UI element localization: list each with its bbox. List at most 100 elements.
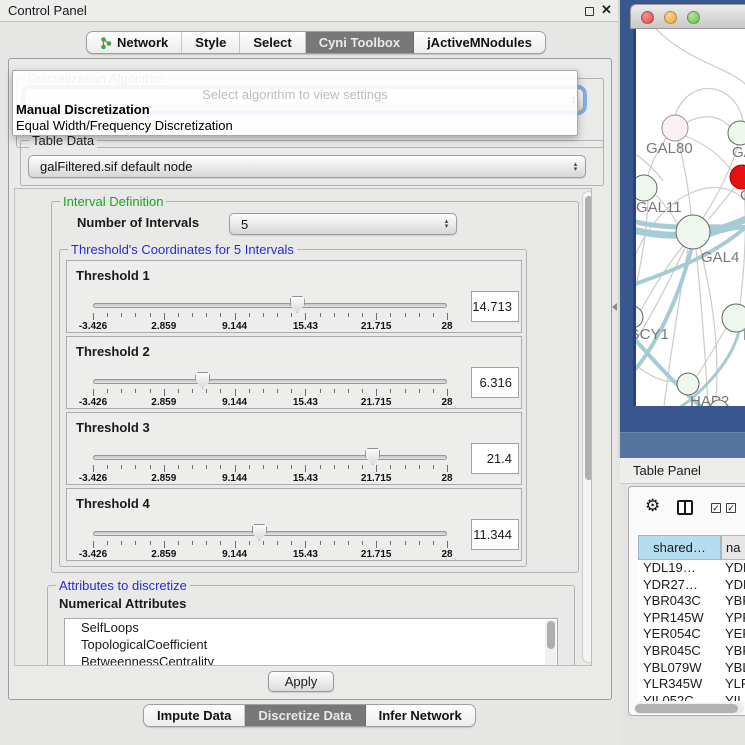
threshold-value-field[interactable]: 11.344 [471,519,519,550]
settings-scrollbar-thumb[interactable] [585,196,593,480]
network-node-ga[interactable] [728,121,745,145]
tab-impute-data[interactable]: Impute Data [144,705,245,726]
control-panel-tabbar: Network Style SelectCyni ToolboxjActiveMNo… [86,31,546,54]
table-header-shared-name[interactable]: shared… [638,535,721,560]
network-node-label: GCY1 [636,326,669,343]
checkbox-select-none-icon[interactable]: ✓ [726,503,736,513]
table-rows[interactable]: YDL19…YDL1YDR27…YDR2YBR043CYBR0YPR145WYP… [638,560,745,701]
thresholds-legend: Threshold's Coordinates for 5 Intervals [68,242,297,257]
gear-icon[interactable]: ⚙ [645,496,660,516]
table-row[interactable]: YBR043CYBR0 [638,593,745,610]
slider-tick [192,541,193,545]
threshold-value-field[interactable]: 21.4 [471,443,519,474]
attributes-scrollbar-thumb[interactable] [547,621,555,649]
network-node-gal11[interactable] [636,175,657,201]
tab-network[interactable]: Network [87,32,182,53]
slider-tick [178,541,179,545]
network-node-hap2[interactable] [677,373,699,395]
table-panel-header: Table Panel [620,458,745,484]
attribute-list-item[interactable]: BetweennessCentrality [65,653,557,666]
table-row[interactable]: YBR045CYBR0 [638,643,745,660]
slider-tick [419,465,420,469]
table-row[interactable]: YLR345WYLR3 [638,676,745,693]
slider-tick [277,541,278,545]
slider-scale-label: 21.715 [361,397,392,408]
table-row[interactable]: YER054CYER0 [638,626,745,643]
panel-divider[interactable] [618,0,620,458]
network-window-titlebar[interactable] [630,4,745,29]
tab-label: Style [195,35,226,50]
attribute-list-item[interactable]: TopologicalCoefficient [65,636,557,653]
table-cell-shared-name: YLR345W [638,676,717,693]
table-scrollbar-thumb[interactable] [635,704,738,713]
window-minimize-traffic-light-icon[interactable] [664,11,677,24]
table-row[interactable]: YDR27…YDR2 [638,577,745,594]
algorithm-option[interactable]: Manual Discretization [16,102,150,117]
stepper-arrows-icon: ▴▾ [440,219,456,229]
settings-vertical-scrollbar[interactable] [582,191,592,663]
tab-jactivemnodules[interactable]: jActiveMNodules [414,32,545,53]
slider-tick [121,313,122,317]
threshold-slider-track[interactable] [93,303,447,308]
threshold-slider-track[interactable] [93,379,447,384]
desktop-lower-band [620,432,745,458]
close-icon[interactable]: ✕ [601,2,612,18]
columns-icon[interactable] [677,500,693,515]
float-window-icon[interactable] [585,7,594,16]
threshold-slider-thumb[interactable] [290,296,305,313]
threshold-value-field[interactable]: 14.713 [471,291,519,322]
threshold-box: Threshold 3-3.4262.8599.14415.4321.71528… [66,412,522,485]
network-node-gal80[interactable] [662,115,688,141]
number-of-intervals-combobox[interactable]: 5 ▴▾ [229,213,457,235]
network-node-label: GA [732,144,745,161]
tab-cyni-toolbox[interactable]: Cyni Toolbox [306,32,414,53]
threshold-slider-thumb[interactable] [195,372,210,389]
threshold-value-field[interactable]: 6.316 [471,367,519,398]
numerical-attributes-list[interactable]: SelfLoopsTopologicalCoefficientBetweenne… [64,618,558,666]
slider-tick [376,465,377,472]
table-row[interactable]: YDL19…YDL1 [638,560,745,577]
tab-style[interactable]: Style [182,32,240,53]
table-row[interactable]: YIL052CYIL0 [638,693,745,701]
divider-collapse-arrow-icon[interactable] [612,303,617,311]
tab-discretize-data[interactable]: Discretize Data [245,705,365,726]
threshold-slider-thumb[interactable] [365,448,380,465]
algorithm-option[interactable]: Equal Width/Frequency Discretization [16,118,233,133]
network-node-h[interactable] [722,304,745,332]
attributes-group: Attributes to discretize Numerical Attri… [47,585,575,666]
table-header-name[interactable]: na [721,535,745,560]
threshold-slider-track[interactable] [93,455,447,460]
slider-scale-label: 15.43 [293,321,318,332]
network-node-c[interactable] [730,165,745,189]
slider-tick [164,465,165,472]
algorithm-popup-hint: Select algorithm to view settings [13,87,577,102]
slider-tick [93,389,94,396]
table-cell-name: YDR2 [717,577,745,594]
slider-tick [390,313,391,317]
attributes-scrollbar[interactable] [545,620,556,666]
slider-tick [291,541,292,545]
slider-scale-label: 28 [441,473,452,484]
network-node-gal4[interactable] [676,215,710,249]
window-zoom-traffic-light-icon[interactable] [687,11,700,24]
checkbox-select-all-icon[interactable]: ✓ [711,503,721,513]
threshold-slider-track[interactable] [93,531,447,536]
attributes-legend: Attributes to discretize [56,578,190,593]
table-cell-shared-name: YBR045C [638,643,717,660]
attribute-list-item[interactable]: SelfLoops [65,619,557,636]
slider-tick [305,541,306,548]
network-view-canvas[interactable]: GAL80GACGAL11GAL4GCY1HHAP2 [633,29,745,406]
threshold-slider-thumb[interactable] [252,524,267,541]
window-close-traffic-light-icon[interactable] [641,11,654,24]
slider-scale-label: 2.859 [151,321,176,332]
network-node-label: C [740,187,745,204]
apply-button[interactable]: Apply [268,671,334,692]
tab-select[interactable]: Select [240,32,305,53]
table-row[interactable]: YPR145WYPR1 [638,610,745,627]
slider-tick [220,389,221,393]
table-horizontal-scrollbar[interactable] [634,703,744,714]
table-row[interactable]: YBL079WYBL0 [638,660,745,677]
slider-tick [178,465,179,469]
tab-infer-network[interactable]: Infer Network [366,705,475,726]
table-data-combobox[interactable]: galFiltered.sif default node ▴▾ [28,155,586,178]
